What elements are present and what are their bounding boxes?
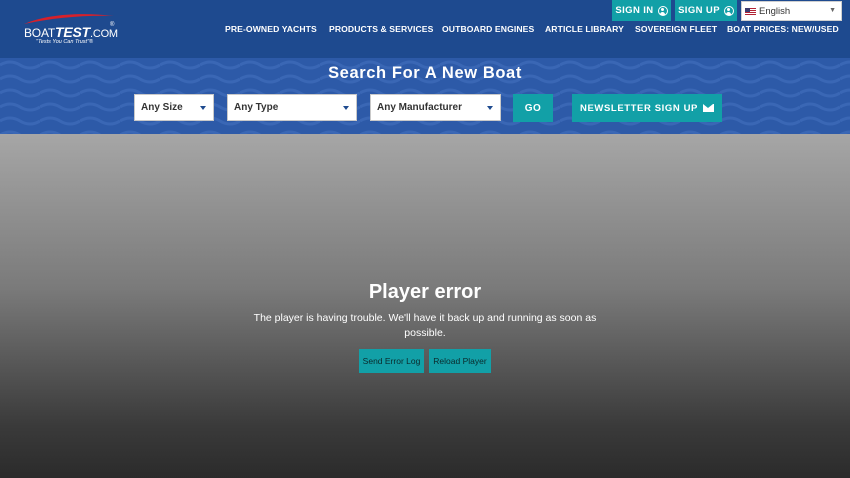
video-player[interactable] [0,134,850,478]
newsletter-signup-button[interactable]: NEWSLETTER SIGN UP [572,94,722,122]
language-select[interactable]: English ▼ [741,1,842,21]
manufacturer-select[interactable]: Any Manufacturer [370,94,501,121]
language-label: English [759,5,791,17]
nav-pre-owned-yachts[interactable]: PRE-OWNED YACHTS [225,24,317,36]
sign-in-button[interactable]: SIGN IN [612,0,671,21]
type-select-value: Any Type [234,102,279,113]
size-select[interactable]: Any Size [134,94,214,121]
search-title: Search For A New Boat [328,64,522,82]
nav-sovereign-fleet[interactable]: SOVEREIGN FLEET [635,24,717,36]
newsletter-label: NEWSLETTER SIGN UP [580,102,698,114]
caret-down-icon [487,106,493,110]
nav-products-services[interactable]: PRODUCTS & SERVICES [329,24,433,36]
us-flag-icon [745,7,756,15]
type-select[interactable]: Any Type [227,94,357,121]
player-error-message: The player is having trouble. We'll have… [253,312,597,339]
go-button[interactable]: GO [513,94,553,122]
user-circle-icon [723,5,734,16]
sign-up-button[interactable]: SIGN UP [675,0,737,21]
logo-wordmark: BOATTEST.COM [24,24,118,40]
sign-up-label: SIGN UP [678,5,720,16]
caret-down-icon [343,106,349,110]
nav-boat-prices[interactable]: BOAT PRICES: NEW/USED [727,24,839,36]
logo-registered: ® [110,22,115,28]
envelope-icon [702,104,714,112]
boattest-logo[interactable]: BOATTEST.COM ® "Tests You Can Trust"® [22,12,122,46]
caret-down-icon [200,106,206,110]
size-select-value: Any Size [141,102,183,113]
logo-tagline: "Tests You Can Trust"® [36,39,94,45]
user-circle-icon [657,5,668,16]
site-header: BOATTEST.COM ® "Tests You Can Trust"® SI… [0,0,850,58]
logo-boat: BOAT [24,26,55,40]
send-error-log-button[interactable]: Send Error Log [359,349,424,373]
nav-article-library[interactable]: ARTICLE LIBRARY [545,24,624,36]
chevron-down-icon: ▼ [829,7,836,14]
logo-test: TEST [54,24,90,40]
manufacturer-select-value: Any Manufacturer [377,102,463,113]
sign-in-label: SIGN IN [615,5,654,16]
logo-com: .COM [89,28,118,40]
reload-player-button[interactable]: Reload Player [429,349,491,373]
nav-outboard-engines[interactable]: OUTBOARD ENGINES [442,24,534,36]
player-error-title: Player error [368,281,482,303]
